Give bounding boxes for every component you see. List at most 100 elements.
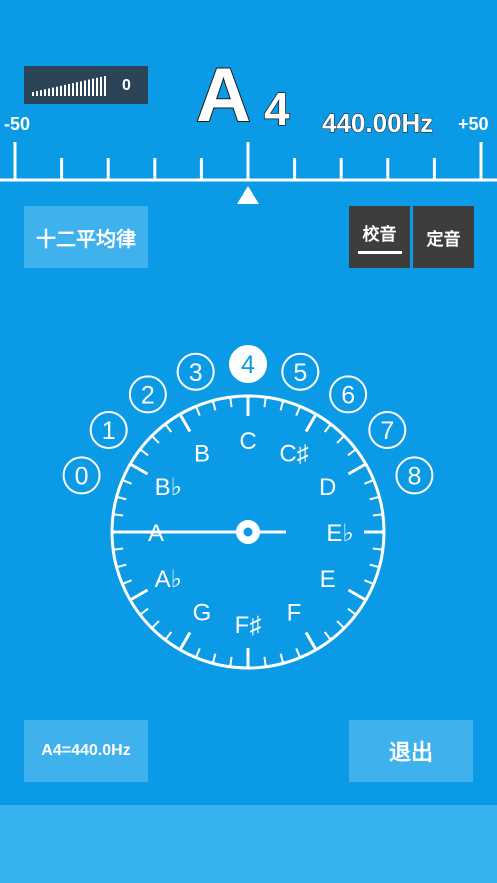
fixed-pitch-mode-tab[interactable]: 定音 (413, 206, 474, 268)
signal-bar (40, 90, 42, 96)
dial-major-tick (304, 631, 318, 651)
signal-bar (60, 85, 62, 96)
signal-bar (32, 92, 34, 96)
dial-minor-tick (164, 631, 173, 641)
dial-major-tick (304, 413, 318, 433)
dial-note-label: C (239, 428, 256, 455)
dial-minor-tick (369, 495, 380, 501)
dial-minor-tick (295, 648, 301, 659)
dial-minor-tick (347, 448, 357, 457)
dial-minor-tick (323, 423, 332, 433)
signal-bar (80, 81, 82, 96)
octave-button[interactable]: 2 (128, 375, 167, 414)
dial-minor-tick (229, 656, 233, 667)
octave-button[interactable]: 0 (62, 456, 101, 495)
active-tab-underline (357, 251, 402, 254)
signal-bar (52, 87, 54, 96)
octave-button[interactable]: 5 (281, 352, 320, 391)
octave-button[interactable]: 8 (395, 456, 434, 495)
dial-note-label: F♯ (235, 612, 262, 639)
octave-label: 5 (293, 359, 307, 387)
dial-minor-tick (113, 547, 124, 551)
signal-bar (36, 91, 38, 96)
dial-note-label: E♭ (326, 520, 353, 547)
dial-note-label: G (193, 600, 212, 627)
pitch-indicator-icon (237, 186, 259, 204)
dial-minor-tick (139, 607, 149, 616)
ruler-ticks (13, 142, 483, 180)
dial-minor-tick (364, 479, 375, 485)
dial-minor-tick (336, 435, 345, 444)
dial-minor-tick (121, 579, 132, 585)
signal-bar (72, 83, 74, 96)
dial-minor-tick (195, 648, 201, 659)
signal-bar (84, 80, 86, 96)
dial-major-tick (178, 631, 192, 651)
tune-mode-tab[interactable]: 校音 (349, 206, 410, 268)
note-dial[interactable]: 012345678CC♯DE♭EFF♯GA♭AB♭B (0, 320, 497, 680)
signal-bar (64, 84, 66, 96)
scale-min-label: -50 (4, 114, 31, 134)
dial-minor-tick (263, 397, 267, 408)
signal-bars-icon (32, 76, 106, 96)
temperament-button[interactable]: 十二平均律 (24, 206, 148, 268)
octave-label: 6 (341, 381, 355, 409)
signal-bar (96, 77, 98, 96)
signal-bar (56, 86, 58, 96)
octave-button[interactable]: 7 (368, 411, 407, 450)
dial-minor-tick (279, 653, 285, 664)
exit-button[interactable]: 退出 (349, 720, 473, 782)
signal-bar (92, 78, 94, 96)
signal-bar (76, 82, 78, 96)
dial-minor-tick (229, 397, 233, 408)
dial-minor-tick (116, 495, 127, 501)
octave-label: 7 (380, 417, 394, 445)
octave-label: 1 (102, 417, 116, 445)
reference-pitch-button[interactable]: A4=440.0Hz (24, 720, 148, 782)
bottom-bar (0, 805, 497, 883)
octave-button[interactable]: 1 (89, 411, 128, 450)
dial-minor-tick (295, 405, 301, 416)
dial-minor-tick (151, 435, 160, 444)
signal-bar (88, 79, 90, 96)
dial-note-label: D (319, 474, 336, 501)
dial-note-label: E (320, 566, 336, 593)
dial-note-label: B♭ (155, 474, 182, 501)
dial-major-tick (129, 462, 149, 476)
dial-major-tick (178, 413, 192, 433)
dial-note-label: A♭ (155, 566, 182, 593)
dial-minor-tick (369, 563, 380, 569)
signal-bar (68, 84, 70, 96)
octave-button[interactable]: 6 (329, 375, 368, 414)
dial-minor-tick (323, 631, 332, 641)
dial-minor-tick (372, 547, 383, 551)
dial-minor-tick (195, 405, 201, 416)
dial-minor-tick (151, 620, 160, 629)
dial-minor-tick (121, 479, 132, 485)
dial-minor-tick (116, 563, 127, 569)
note-letter: A (195, 53, 252, 138)
note-octave: 4 (263, 83, 290, 135)
octave-label: 4 (241, 351, 255, 379)
octave-button[interactable]: 4 (229, 345, 267, 383)
frequency-readout: 440.00Hz (322, 108, 434, 139)
dial-major-tick (129, 588, 149, 602)
signal-bar (44, 89, 46, 96)
tune-mode-label: 校音 (362, 225, 397, 244)
dial-minor-tick (164, 423, 173, 433)
dial-minor-tick (263, 656, 267, 667)
dial-minor-tick (113, 513, 124, 517)
dial-minor-tick (336, 620, 345, 629)
octave-button[interactable]: 3 (176, 352, 215, 391)
scale-max-label: +50 (458, 114, 489, 134)
signal-bar (100, 76, 102, 96)
octave-label: 0 (75, 462, 89, 490)
dial-hub-center (243, 527, 253, 537)
dial-minor-tick (139, 448, 149, 457)
octave-label: 3 (189, 359, 203, 387)
signal-meter: 0 (24, 66, 148, 104)
dial-note-label: F (287, 600, 302, 627)
dial-major-tick (347, 588, 367, 602)
dial-minor-tick (211, 653, 217, 664)
dial-note-label: C♯ (279, 440, 308, 467)
